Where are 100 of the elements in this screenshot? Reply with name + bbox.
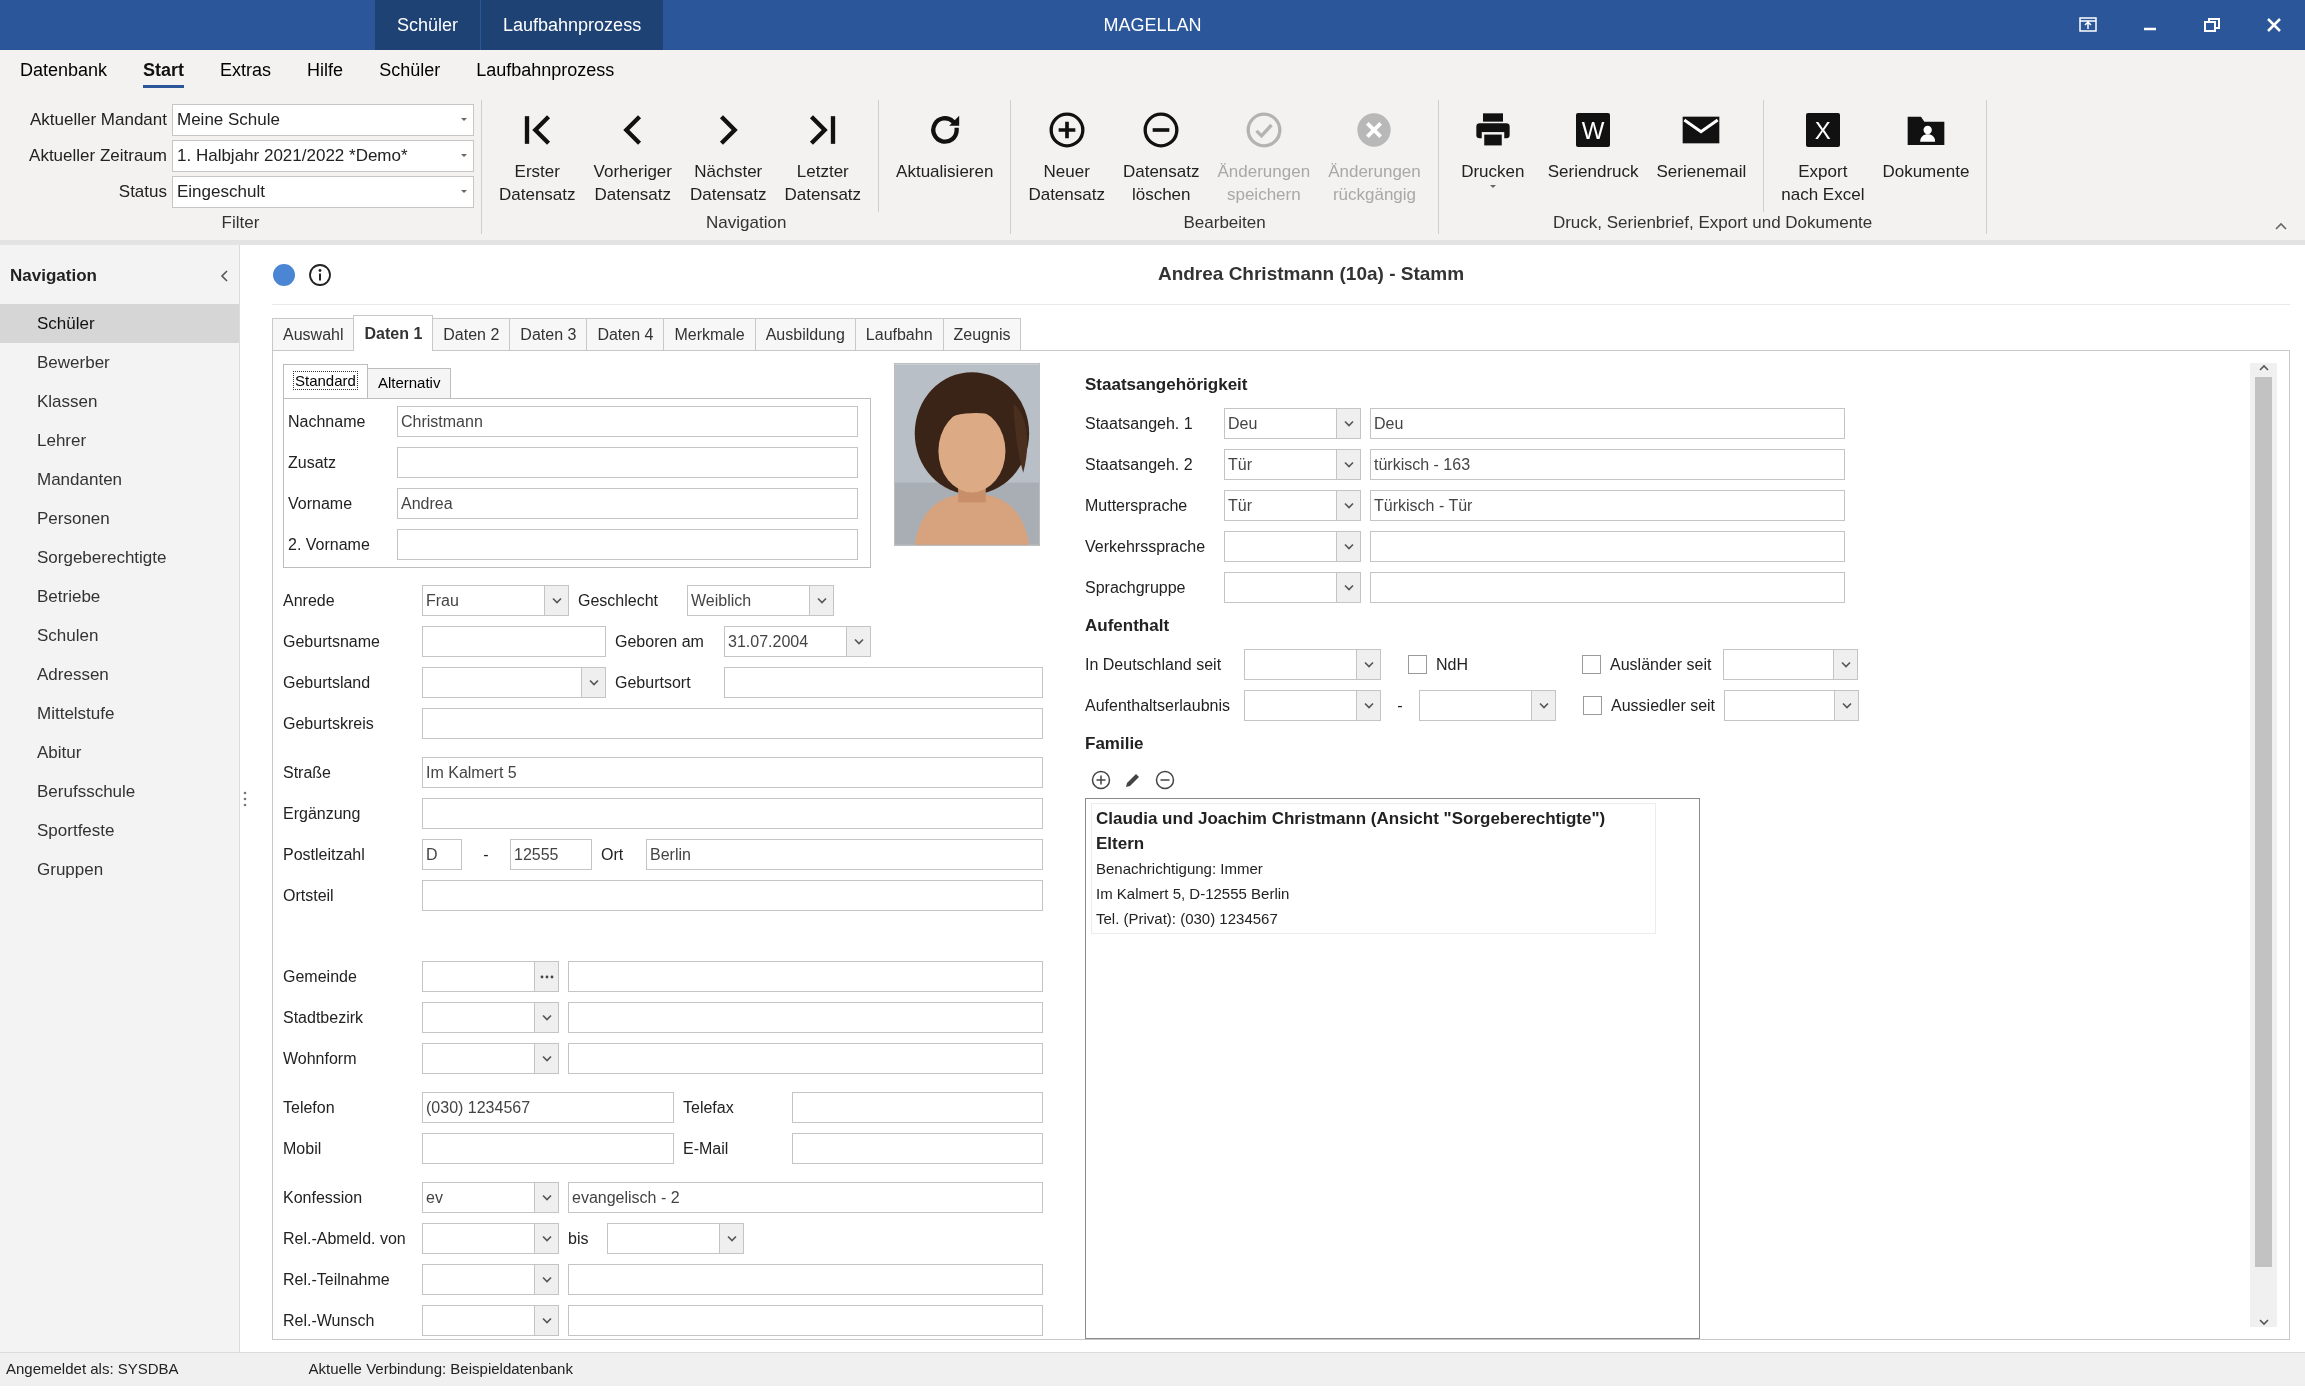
dropdown[interactable] [422,1264,559,1295]
toolbar-button[interactable]: X Export nach Excel [1772,100,1874,212]
dropdown[interactable]: 31.07.2004 [724,626,871,657]
remove-icon[interactable] [1155,770,1175,790]
toolbar-button[interactable]: Vorheriger Datensatz [584,100,681,212]
tab[interactable]: Zeugnis [942,318,1022,350]
text-field[interactable]: Berlin [646,839,1043,870]
menu-tab[interactable]: Start [125,50,203,90]
toolbar-button[interactable]: Neuer Datensatz [1019,100,1114,212]
nav-item[interactable]: Sportfeste [0,811,239,850]
menu-tab[interactable]: Schüler [361,50,459,90]
dropdown[interactable]: Tür [1224,490,1361,521]
text-field[interactable] [724,667,1043,698]
menu-tab[interactable]: Extras [202,50,290,90]
nav-item[interactable]: Lehrer [0,421,239,460]
dropdown[interactable] [422,1002,559,1033]
checkbox[interactable] [1408,655,1427,674]
dropdown[interactable] [422,1305,559,1336]
text-field[interactable]: D [422,839,462,870]
text-field[interactable] [568,1305,1043,1336]
dropdown[interactable] [607,1223,744,1254]
text-field[interactable] [422,708,1043,739]
nav-item[interactable]: Mandanten [0,460,239,499]
text-field[interactable]: Im Kalmert 5 [422,757,1043,788]
tab[interactable]: Auswahl [272,318,355,350]
toolbar-button[interactable]: Erster Datensatz [490,100,585,212]
toolbar-button[interactable]: W Seriendruck [1538,100,1648,212]
tab[interactable]: Laufbahn [854,318,944,350]
nav-item[interactable]: Betriebe [0,577,239,616]
tab[interactable]: Daten 1 [353,315,434,351]
lookup-field[interactable] [422,961,559,992]
tab[interactable]: Ausbildung [754,318,856,350]
nav-item[interactable]: Abitur [0,733,239,772]
text-field[interactable] [422,1133,674,1164]
dropdown[interactable] [1419,690,1556,721]
nav-item[interactable]: Schulen [0,616,239,655]
text-field[interactable]: Deu [1370,408,1845,439]
nav-item[interactable]: Klassen [0,382,239,421]
tab[interactable]: Daten 4 [586,318,665,350]
toolbar-button[interactable]: Datensatz löschen [1113,100,1209,212]
dropdown[interactable] [1244,690,1381,721]
toolbar-button[interactable]: Aktualisieren [887,100,1003,212]
context-tab[interactable]: Schüler [375,0,482,50]
family-entry[interactable]: Claudia und Joachim Christmann (Ansicht "Sorgeberechtigte") Eltern Benachrichtigung: Immer Im Kalmert 5, D-12555 Berlin Tel. (Privat): (030) 1234567 [1091,803,1656,934]
dropdown[interactable] [422,667,606,698]
text-field[interactable] [422,798,1043,829]
text-field[interactable] [792,1092,1043,1123]
dropdown[interactable] [1724,690,1859,721]
dropdown[interactable] [1723,649,1858,680]
filter-dropdown[interactable]: 1. Halbjahr 2021/2022 *Demo* [172,140,474,172]
checkbox[interactable] [1582,655,1601,674]
dropdown[interactable] [1244,649,1381,680]
dropdown[interactable]: Frau [422,585,569,616]
toolbar-button[interactable]: Serienemail [1647,100,1756,212]
text-field[interactable] [792,1133,1043,1164]
nav-item[interactable]: Personen [0,499,239,538]
toolbar-button[interactable]: Drucken [1446,100,1539,212]
dropdown[interactable]: Tür [1224,449,1361,480]
text-field[interactable] [568,1264,1043,1295]
text-field[interactable] [568,1043,1043,1074]
menu-tab[interactable]: Datenbank [2,50,126,90]
filter-dropdown[interactable]: Meine Schule [172,104,474,136]
nav-item[interactable]: Berufsschule [0,772,239,811]
text-field[interactable]: Andrea [397,488,858,519]
filter-dropdown[interactable]: Eingeschult [172,176,474,208]
nav-item[interactable]: Mittelstufe [0,694,239,733]
scroll-thumb[interactable] [2255,377,2272,1267]
dropdown[interactable]: ev [422,1182,559,1213]
scrollbar[interactable] [2250,363,2277,1327]
text-field[interactable]: (030) 1234567 [422,1092,674,1123]
tab[interactable]: Alternativ [366,368,452,398]
dropdown[interactable] [1224,572,1361,603]
context-tab[interactable]: Laufbahnprozess [481,0,665,50]
tab[interactable]: Standard [283,364,368,398]
text-field[interactable] [422,880,1043,911]
menu-tab[interactable]: Laufbahnprozess [458,50,633,90]
tab[interactable]: Merkmale [663,318,756,350]
text-field[interactable]: 12555 [510,839,592,870]
text-field[interactable]: Christmann [397,406,858,437]
dropdown[interactable] [422,1223,559,1254]
text-field[interactable] [568,961,1043,992]
nav-item[interactable]: Sorgeberechtigte [0,538,239,577]
text-field[interactable] [397,529,858,560]
text-field[interactable] [1370,572,1845,603]
tab[interactable]: Daten 2 [432,318,511,350]
restore-icon[interactable] [2202,15,2222,35]
text-field[interactable] [1370,531,1845,562]
toolbar-button[interactable]: Nächster Datensatz [681,100,776,212]
tab[interactable]: Daten 3 [509,318,588,350]
pin-icon[interactable] [2078,15,2098,35]
text-field[interactable]: evangelisch - 2 [568,1182,1043,1213]
text-field[interactable] [422,626,606,657]
menu-tab[interactable]: Hilfe [289,50,362,90]
nav-item[interactable]: Bewerber [0,343,239,382]
nav-item[interactable]: Gruppen [0,850,239,889]
nav-item[interactable]: Schüler [0,304,239,343]
text-field[interactable]: Türkisch - Tür [1370,490,1845,521]
text-field[interactable] [397,447,858,478]
checkbox[interactable] [1583,696,1602,715]
nav-item[interactable]: Adressen [0,655,239,694]
